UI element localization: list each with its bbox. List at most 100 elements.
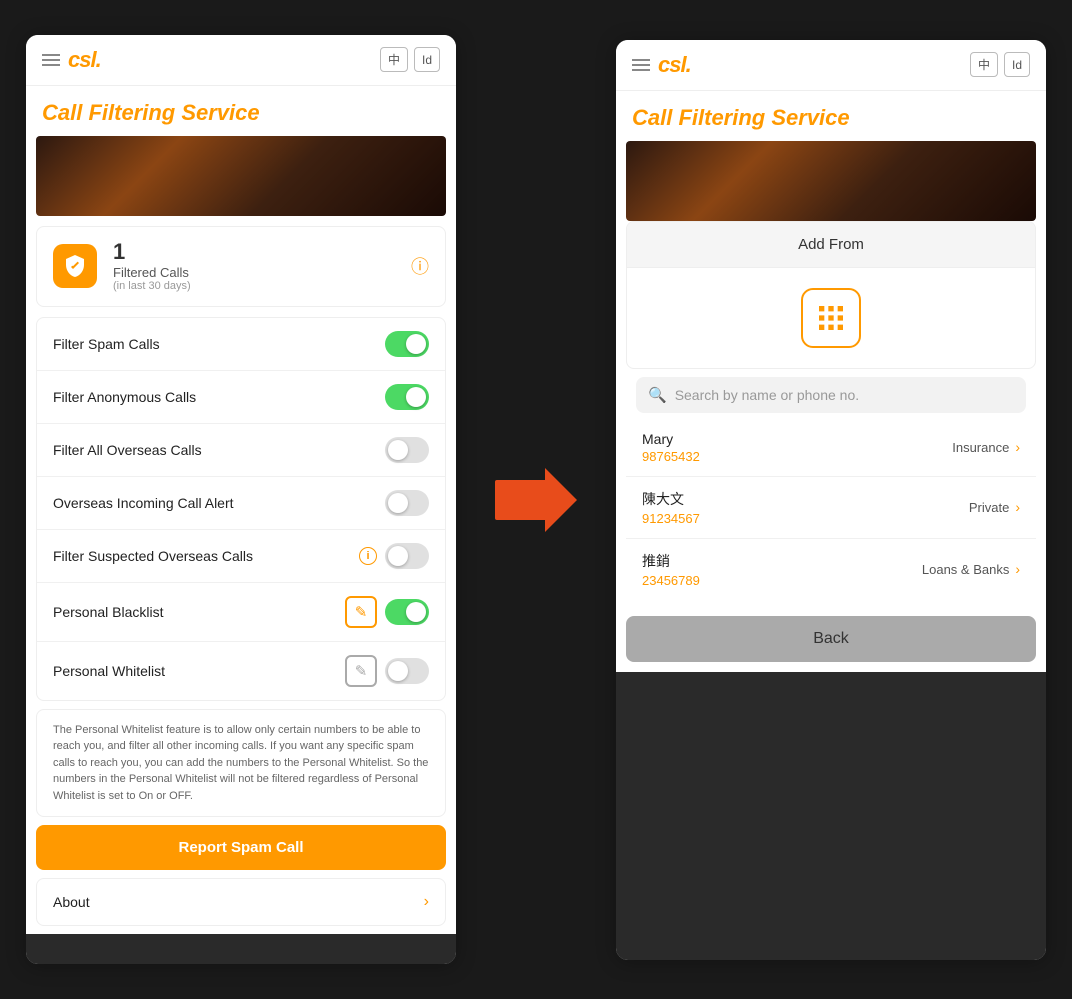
nav-left-right: csl.	[632, 52, 691, 78]
hero-image-right	[626, 141, 1036, 221]
description-box: The Personal Whitelist feature is to all…	[36, 709, 446, 818]
personal-whitelist-label: Personal Whitelist	[53, 663, 165, 679]
contact-chevron-tuixiao: ›	[1015, 561, 1020, 577]
about-row[interactable]: About ›	[36, 878, 446, 926]
filter-anon-label: Filter Anonymous Calls	[53, 389, 196, 405]
personal-whitelist-toggle[interactable]	[385, 658, 429, 684]
setting-left-overseas: Filter All Overseas Calls	[53, 442, 385, 458]
about-chevron-icon: ›	[424, 893, 429, 911]
bottom-bar-left	[26, 934, 456, 964]
toggle-knob-whitelist	[388, 661, 408, 681]
contact-row-chen[interactable]: 陳大文 91234567 Private ›	[626, 477, 1036, 539]
filtered-sublabel: (in last 30 days)	[113, 280, 395, 292]
filter-suspected-label: Filter Suspected Overseas Calls	[53, 548, 253, 564]
contacts-grid-icon	[815, 302, 847, 334]
about-label: About	[53, 894, 90, 910]
contact-chevron-mary: ›	[1015, 439, 1020, 455]
setting-row-filter-spam: Filter Spam Calls	[37, 318, 445, 371]
lang-zh-btn-right[interactable]: 中	[970, 52, 998, 77]
filtered-info: 1 Filtered Calls (in last 30 days)	[113, 241, 395, 292]
hamburger-menu-icon-right[interactable]	[632, 59, 650, 71]
filter-anon-toggle[interactable]	[385, 384, 429, 410]
add-from-panel: Add From	[626, 221, 1036, 369]
contact-number-tuixiao: 23456789	[642, 573, 922, 588]
contact-info-mary: Mary 98765432	[642, 431, 952, 464]
toggle-knob-suspected	[388, 546, 408, 566]
toggle-knob-spam	[406, 334, 426, 354]
shield-svg	[63, 254, 87, 278]
contacts-grid-button[interactable]	[801, 288, 861, 348]
nav-bar-right: csl. 中 Id	[616, 40, 1046, 91]
page-title-right: Call Filtering Service	[616, 91, 1046, 141]
filtered-calls-card: 1 Filtered Calls (in last 30 days) ⓘ	[36, 226, 446, 307]
left-phone-frame: csl. 中 Id Call Filtering Service 1 Filte…	[26, 35, 456, 965]
setting-left-blacklist: Personal Blacklist	[53, 604, 345, 620]
contact-row-mary[interactable]: Mary 98765432 Insurance ›	[626, 419, 1036, 477]
whitelist-description: The Personal Whitelist feature is to all…	[53, 722, 429, 805]
add-from-icon-row	[627, 268, 1035, 368]
setting-row-filter-overseas: Filter All Overseas Calls	[37, 424, 445, 477]
setting-row-whitelist: Personal Whitelist ✎	[37, 642, 445, 700]
whitelist-edit-btn[interactable]: ✎	[345, 655, 377, 687]
contact-number-mary: 98765432	[642, 449, 952, 464]
lang-zh-btn[interactable]: 中	[380, 47, 408, 72]
lang-id-btn[interactable]: Id	[414, 47, 440, 72]
back-button[interactable]: Back	[626, 616, 1036, 662]
contact-tag-tuixiao: Loans & Banks	[922, 562, 1009, 577]
lang-id-btn-right[interactable]: Id	[1004, 52, 1030, 77]
nav-right-right: 中 Id	[970, 52, 1030, 77]
arrow-container	[496, 468, 576, 532]
filter-overseas-label: Filter All Overseas Calls	[53, 442, 202, 458]
contact-row-tuixiao[interactable]: 推銷 23456789 Loans & Banks ›	[626, 539, 1036, 600]
page-title-left: Call Filtering Service	[26, 86, 456, 136]
nav-left: csl.	[42, 47, 101, 73]
filter-suspected-toggle[interactable]	[385, 543, 429, 569]
filtered-label: Filtered Calls	[113, 265, 395, 280]
setting-left-whitelist: Personal Whitelist	[53, 663, 345, 679]
contact-name-mary: Mary	[642, 431, 952, 447]
filtered-count: 1	[113, 241, 395, 263]
report-spam-button[interactable]: Report Spam Call	[36, 825, 446, 870]
filter-spam-label: Filter Spam Calls	[53, 336, 160, 352]
setting-left-suspected: Filter Suspected Overseas Calls	[53, 548, 359, 564]
contact-info-tuixiao: 推銷 23456789	[642, 551, 922, 588]
contact-info-chen: 陳大文 91234567	[642, 489, 969, 526]
setting-right-blacklist: ✎	[345, 596, 429, 628]
hero-image-left	[36, 136, 446, 216]
bottom-bar-right	[616, 672, 1046, 960]
contact-chevron-chen: ›	[1015, 499, 1020, 515]
personal-blacklist-toggle[interactable]	[385, 599, 429, 625]
overseas-alert-toggle[interactable]	[385, 490, 429, 516]
setting-row-suspected: Filter Suspected Overseas Calls i	[37, 530, 445, 583]
contact-list: Mary 98765432 Insurance › 陳大文 91234567 P…	[626, 419, 1036, 600]
hamburger-menu-icon[interactable]	[42, 54, 60, 66]
search-icon: 🔍	[648, 386, 667, 404]
setting-row-filter-anon: Filter Anonymous Calls	[37, 371, 445, 424]
csl-logo-right: csl.	[658, 52, 691, 78]
contact-name-chen: 陳大文	[642, 489, 969, 509]
toggle-knob-blacklist	[406, 602, 426, 622]
search-bar[interactable]: 🔍 Search by name or phone no.	[636, 377, 1026, 413]
settings-list: Filter Spam Calls Filter Anonymous Calls	[36, 317, 446, 701]
setting-right-alert	[385, 490, 429, 516]
contact-tag-chen: Private	[969, 500, 1009, 515]
filtered-info-icon[interactable]: ⓘ	[411, 253, 429, 279]
toggle-knob-anon	[406, 387, 426, 407]
filter-overseas-toggle[interactable]	[385, 437, 429, 463]
setting-left-spam: Filter Spam Calls	[53, 336, 385, 352]
setting-right-overseas	[385, 437, 429, 463]
right-phone-frame: csl. 中 Id Call Filtering Service Add Fro…	[616, 40, 1046, 960]
search-placeholder-text: Search by name or phone no.	[675, 387, 859, 403]
overseas-alert-label: Overseas Incoming Call Alert	[53, 495, 234, 511]
filter-spam-toggle[interactable]	[385, 331, 429, 357]
add-from-title: Add From	[627, 222, 1035, 268]
blacklist-edit-btn[interactable]: ✎	[345, 596, 377, 628]
toggle-knob-alert	[388, 493, 408, 513]
setting-right-whitelist: ✎	[345, 655, 429, 687]
setting-left-alert: Overseas Incoming Call Alert	[53, 495, 385, 511]
suspected-info-icon[interactable]: i	[359, 547, 377, 565]
nav-bar-left: csl. 中 Id	[26, 35, 456, 86]
nav-right-left: 中 Id	[380, 47, 440, 72]
csl-logo: csl.	[68, 47, 101, 73]
setting-right-suspected: i	[359, 543, 429, 569]
